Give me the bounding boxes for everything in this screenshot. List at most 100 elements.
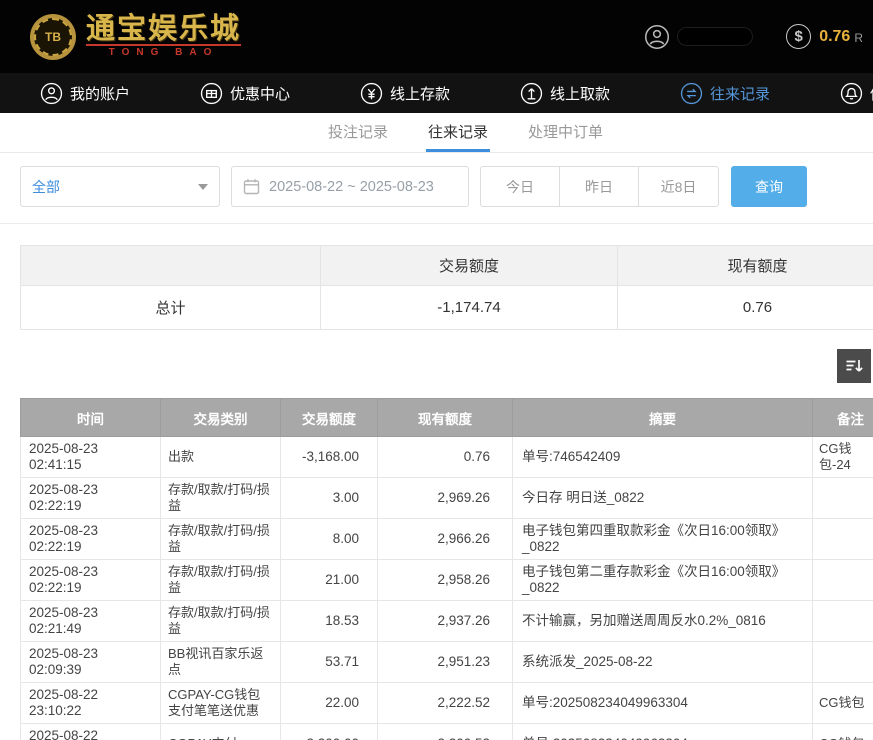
column-header-balance: 现有额度 <box>378 399 513 437</box>
cell-amount: 8.00 <box>281 519 378 560</box>
summary-header-balance: 现有额度 <box>618 246 873 286</box>
header-account-area: $ 0.76 R <box>644 24 863 50</box>
cell-balance: 2,966.26 <box>378 519 513 560</box>
cell-type: 存款/取款/打码/损益 <box>161 601 281 642</box>
logo-subtitle: TONG BAO <box>86 44 241 59</box>
table-row: 2025-08-23 02:22:19 存款/取款/打码/损益 8.00 2,9… <box>21 519 873 560</box>
deposit-icon <box>360 82 383 105</box>
quick-date-group: 今日 昨日 近8日 <box>480 166 719 207</box>
cell-amount: 3.00 <box>281 478 378 519</box>
date-range-value: 2025-08-22 ~ 2025-08-23 <box>269 179 434 195</box>
summary-header-transaction: 交易额度 <box>321 246 618 286</box>
records-table: 时间 交易类别 交易额度 现有额度 摘要 备注 2025-08-23 02:41… <box>20 398 873 740</box>
summary-balance-total: 0.76 <box>618 286 873 330</box>
cell-balance: 2,958.26 <box>378 560 513 601</box>
cell-time: 2025-08-22 23:10:22 <box>21 683 161 724</box>
table-row: 2025-08-23 02:09:39 BB视讯百家乐返点 53.71 2,95… <box>21 642 873 683</box>
table-row: 2025-08-22 23:10:22 CGPAY-CG钱包支付笔笔送优惠 22… <box>21 683 873 724</box>
top-header: TB 通宝娱乐城 TONG BAO $ 0.76 R <box>0 0 873 73</box>
cell-amount: 18.53 <box>281 601 378 642</box>
nav-label: 优惠中心 <box>230 83 290 104</box>
records-icon <box>680 82 703 105</box>
cell-amount: 53.71 <box>281 642 378 683</box>
cell-summary: 单号:746542409 <box>513 437 813 478</box>
casino-chip-icon: TB <box>30 14 76 60</box>
cell-balance: 2,200.52 <box>378 724 513 740</box>
nav-item-records[interactable]: 往来记录 <box>680 82 770 105</box>
column-header-type: 交易类别 <box>161 399 281 437</box>
cell-note: CG钱包-24 <box>813 437 873 478</box>
balance-currency: R <box>854 28 863 45</box>
cell-balance: 2,951.23 <box>378 642 513 683</box>
user-avatar-icon[interactable] <box>644 24 670 50</box>
username-redacted <box>678 28 752 45</box>
nav-item-my-account[interactable]: 我的账户 <box>40 82 130 105</box>
nav-item-deposit[interactable]: 线上存款 <box>360 82 450 105</box>
cell-type: 出款 <box>161 437 281 478</box>
cell-type: BB视讯百家乐返点 <box>161 642 281 683</box>
table-row: 2025-08-23 02:22:19 存款/取款/打码/损益 21.00 2,… <box>21 560 873 601</box>
chevron-down-icon <box>198 184 208 190</box>
cell-note: CG钱包 <box>813 724 873 740</box>
type-filter-value: 全部 <box>32 177 60 197</box>
bell-icon <box>840 82 863 105</box>
cell-amount: 21.00 <box>281 560 378 601</box>
cell-type: CGPAY-CG钱包支付笔笔送优惠 <box>161 683 281 724</box>
search-button[interactable]: 查询 <box>731 166 807 207</box>
page: TB 通宝娱乐城 TONG BAO $ 0.76 R <box>0 0 873 740</box>
column-header-summary: 摘要 <box>513 399 813 437</box>
cell-note <box>813 642 873 683</box>
nav-item-messages[interactable]: 信息公告 <box>840 82 873 105</box>
cell-summary: 电子钱包第四重取款彩金《次日16:00领取》_0822 <box>513 519 813 560</box>
cell-amount: 2,200.00 <box>281 724 378 740</box>
summary-table: 交易额度 现有额度 总计 -1,174.74 0.76 <box>20 245 873 330</box>
logo[interactable]: TB 通宝娱乐城 TONG BAO <box>30 14 241 60</box>
cell-balance: 2,937.26 <box>378 601 513 642</box>
cell-type: 存款/取款/打码/损益 <box>161 519 281 560</box>
type-filter-select[interactable]: 全部 <box>20 166 220 207</box>
tab-processing-orders[interactable]: 处理中订单 <box>526 113 605 152</box>
tab-betting-records[interactable]: 投注记录 <box>326 113 390 152</box>
summary-transaction-total: -1,174.74 <box>321 286 618 330</box>
cell-type: CGPAY支付 <box>161 724 281 740</box>
tab-transaction-records[interactable]: 往来记录 <box>426 113 490 152</box>
sort-button[interactable] <box>837 349 871 383</box>
cell-time: 2025-08-23 02:21:49 <box>21 601 161 642</box>
summary-total-label: 总计 <box>21 286 321 330</box>
sort-row <box>0 349 873 383</box>
record-tabs: 投注记录 往来记录 处理中订单 <box>0 113 873 153</box>
cell-balance: 2,222.52 <box>378 683 513 724</box>
nav-item-withdraw[interactable]: 线上取款 <box>520 82 610 105</box>
cell-note <box>813 601 873 642</box>
today-button[interactable]: 今日 <box>481 167 560 206</box>
date-range-input[interactable]: 2025-08-22 ~ 2025-08-23 <box>231 166 469 207</box>
logo-title: 通宝娱乐城 <box>86 14 241 44</box>
yesterday-button[interactable]: 昨日 <box>560 167 639 206</box>
cell-type: 存款/取款/打码/损益 <box>161 478 281 519</box>
table-row: 2025-08-22 23:10:22 CGPAY支付 2,200.00 2,2… <box>21 724 873 740</box>
cell-note <box>813 478 873 519</box>
cell-note <box>813 519 873 560</box>
summary-total-row: 总计 -1,174.74 0.76 <box>21 286 873 330</box>
nav-label: 线上取款 <box>550 83 610 104</box>
main-nav: 我的账户 优惠中心 线上存款 线上取款 往来记录 <box>0 73 873 113</box>
nav-item-promotions[interactable]: 优惠中心 <box>200 82 290 105</box>
summary-header-row: 交易额度 现有额度 <box>21 246 873 286</box>
last-8-days-button[interactable]: 近8日 <box>639 167 718 206</box>
divider <box>0 223 873 224</box>
withdraw-icon <box>520 82 543 105</box>
cell-note: CG钱包 <box>813 683 873 724</box>
balance-coin-icon: $ <box>786 24 811 49</box>
cell-balance: 0.76 <box>378 437 513 478</box>
nav-label: 往来记录 <box>710 83 770 104</box>
account-icon <box>40 82 63 105</box>
table-row: 2025-08-23 02:21:49 存款/取款/打码/损益 18.53 2,… <box>21 601 873 642</box>
sort-amount-icon <box>844 356 864 376</box>
summary-header-blank <box>21 246 321 286</box>
logo-text: 通宝娱乐城 TONG BAO <box>86 14 241 59</box>
cell-summary: 今日存 明日送_0822 <box>513 478 813 519</box>
nav-label: 我的账户 <box>70 83 130 104</box>
cell-note <box>813 560 873 601</box>
cell-summary: 不计输赢，另加赠送周周反水0.2%_0816 <box>513 601 813 642</box>
chip-badge: TB <box>34 18 72 56</box>
